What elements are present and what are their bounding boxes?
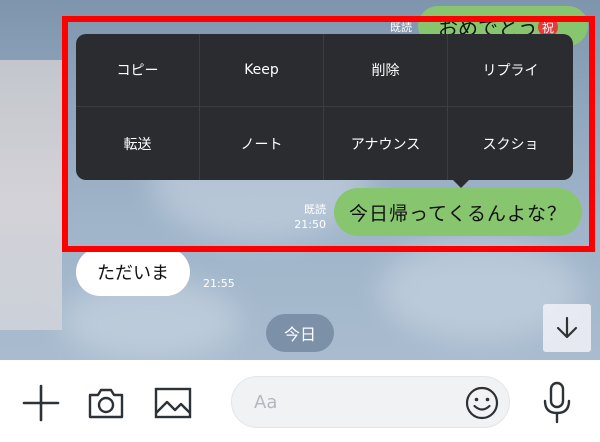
message-time: 21:50	[294, 218, 326, 231]
read-receipt-with-time: 既読 21:50	[290, 202, 326, 232]
read-receipt: 既読	[390, 21, 412, 34]
image-icon	[154, 387, 192, 419]
menu-item-screenshot[interactable]: スクショ	[448, 107, 573, 180]
message-context-menu: コピー Keep 削除 リプライ 転送 ノート アナウンス スクショ	[76, 34, 573, 180]
selected-message-bubble[interactable]: 今日帰ってくるんよな？	[334, 188, 582, 236]
message-text: ただいま	[97, 263, 169, 284]
received-message-bubble[interactable]: ただいま	[76, 248, 190, 296]
voice-button[interactable]	[535, 378, 579, 428]
blurred-area	[0, 60, 62, 330]
camera-icon	[88, 388, 124, 419]
menu-item-keep[interactable]: Keep	[200, 34, 324, 107]
menu-item-forward[interactable]: 転送	[76, 107, 200, 180]
read-label: 既読	[304, 203, 326, 216]
date-separator: 今日	[266, 314, 334, 352]
plus-icon	[22, 384, 60, 422]
menu-item-reply[interactable]: リプライ	[448, 34, 573, 107]
message-text: 今日帰ってくるんよな？	[348, 202, 568, 225]
menu-item-note[interactable]: ノート	[200, 107, 324, 180]
image-button[interactable]	[151, 382, 195, 424]
menu-item-copy[interactable]: コピー	[76, 34, 200, 107]
camera-button[interactable]	[84, 382, 128, 424]
add-button[interactable]	[20, 382, 62, 424]
scroll-to-bottom-button[interactable]	[543, 304, 591, 352]
message-input-bar: Aa	[0, 360, 600, 442]
message-time: 21:55	[203, 277, 235, 290]
menu-item-announce[interactable]: アナウンス	[324, 107, 448, 180]
context-menu-pointer	[452, 179, 470, 188]
mic-icon	[543, 381, 571, 424]
message-input-field[interactable]: Aa	[231, 376, 510, 428]
menu-item-delete[interactable]: 削除	[324, 34, 448, 107]
input-placeholder: Aa	[254, 392, 278, 413]
arrow-down-icon	[556, 316, 578, 339]
emoji-icon[interactable]	[464, 385, 500, 421]
